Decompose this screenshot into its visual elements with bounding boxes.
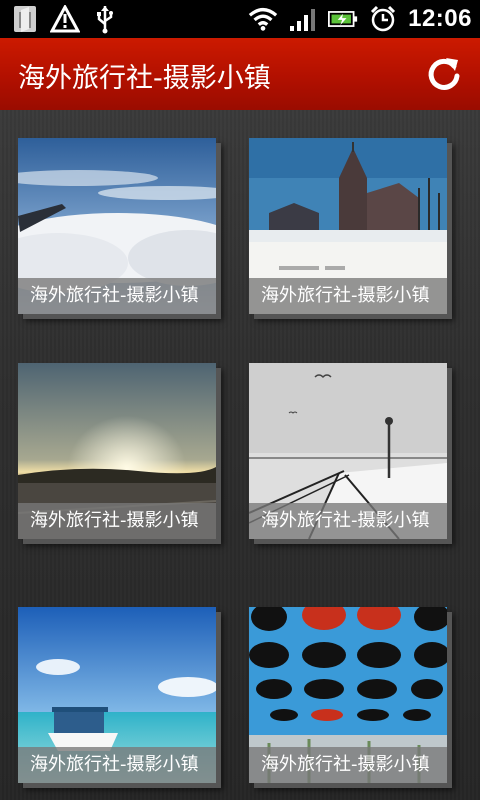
- gallery-item[interactable]: 海外旅行社-摄影小镇: [18, 138, 216, 314]
- gallery-item[interactable]: 海外旅行社-摄影小镇: [249, 138, 447, 314]
- app-notification-icon: [10, 4, 40, 34]
- item-caption: 海外旅行社-摄影小镇: [18, 747, 216, 783]
- gallery-item[interactable]: 海外旅行社-摄影小镇: [249, 363, 447, 539]
- gallery-item[interactable]: 海外旅行社-摄影小镇: [249, 607, 447, 783]
- photo-grid: 海外旅行社-摄影小镇 海外旅行社-摄影小镇 海外旅行社-摄影小镇 海外旅行社-摄…: [0, 110, 480, 800]
- status-clock: 12:06: [408, 5, 472, 32]
- wifi-icon: [248, 4, 278, 34]
- page-title: 海外旅行社-摄影小镇: [18, 63, 271, 94]
- gallery-item[interactable]: 海外旅行社-摄影小镇: [18, 607, 216, 783]
- refresh-button[interactable]: [422, 52, 466, 96]
- refresh-icon: [428, 58, 460, 90]
- gallery-item[interactable]: 海外旅行社-摄影小镇: [18, 363, 216, 539]
- alarm-icon: [368, 4, 398, 34]
- signal-icon: [288, 4, 318, 34]
- item-caption: 海外旅行社-摄影小镇: [249, 747, 447, 783]
- item-caption: 海外旅行社-摄影小镇: [249, 503, 447, 539]
- item-caption: 海外旅行社-摄影小镇: [18, 503, 216, 539]
- item-caption: 海外旅行社-摄影小镇: [249, 278, 447, 314]
- battery-charging-icon: [328, 4, 358, 34]
- warning-icon: [50, 4, 80, 34]
- usb-icon: [90, 4, 120, 34]
- app-header: 海外旅行社-摄影小镇: [0, 38, 480, 110]
- status-bar: 12:06: [0, 0, 480, 38]
- item-caption: 海外旅行社-摄影小镇: [18, 278, 216, 314]
